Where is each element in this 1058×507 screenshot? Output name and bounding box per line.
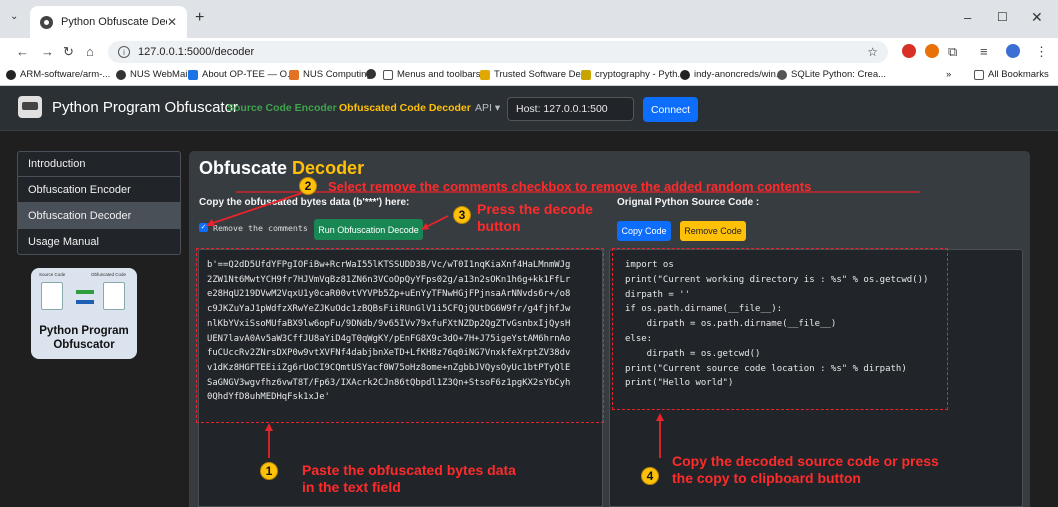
step-3-text: Press the decode button xyxy=(477,201,593,234)
arrow-step3 xyxy=(423,215,449,229)
annotation-arrows xyxy=(206,191,920,458)
step-4-badge: 4 xyxy=(641,467,659,485)
step-1-badge: 1 xyxy=(260,462,278,480)
arrow-step2 xyxy=(209,192,303,225)
step-2-badge: 2 xyxy=(299,177,317,195)
arrow-head xyxy=(265,423,273,431)
arrow-head xyxy=(656,413,664,421)
step-1-text: Paste the obfuscated bytes data in the t… xyxy=(302,462,516,495)
step-3-badge: 3 xyxy=(453,206,471,224)
step-2-text: Select remove the comments checkbox to r… xyxy=(328,179,812,194)
step-4-text: Copy the decoded source code or press th… xyxy=(672,453,939,486)
